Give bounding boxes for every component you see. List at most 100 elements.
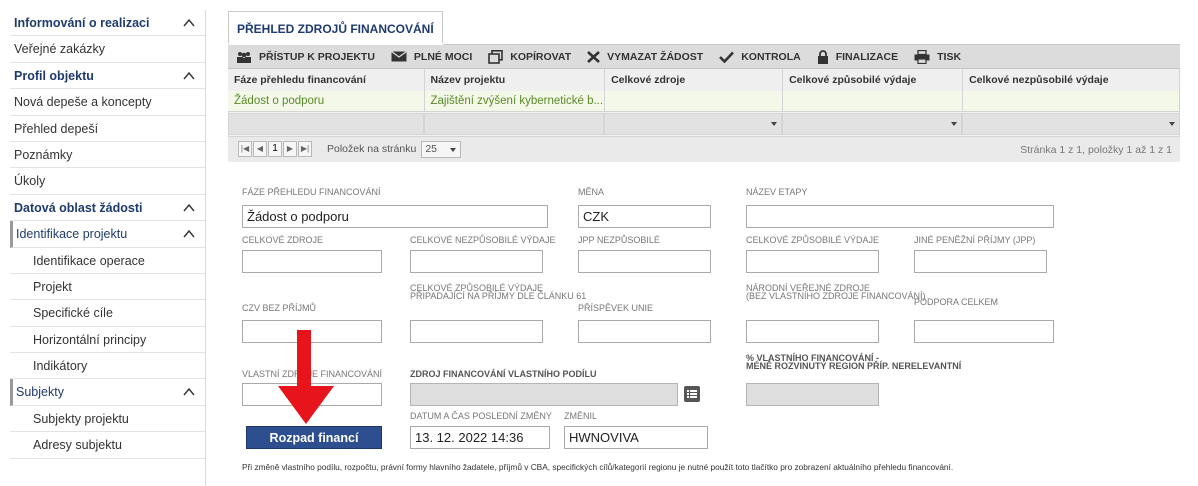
checkmark-icon [719, 51, 735, 63]
procento-label-2: MÉNĚ ROZVINUTÝ REGION PŘÍP. NERELEVANTNÍ [746, 361, 962, 371]
dropdown-arrow-icon [951, 121, 957, 126]
powers-of-attorney-button[interactable]: PLNÉ MOCI [383, 45, 480, 69]
dropdown-arrow-icon [1169, 121, 1175, 126]
narodni-label-2: (BEZ VLASTNÍHO ZDROJE FINANCOVÁNÍ) [746, 291, 926, 301]
access-project-label: PŘÍSTUP K PROJEKTU [259, 50, 375, 63]
sidebar-item-label: Datová oblast žádosti [14, 200, 143, 215]
jine-prijmy-field[interactable] [914, 250, 1047, 273]
rozpad-financi-button[interactable]: Rozpad financí [246, 426, 382, 449]
first-page-button[interactable]: |◀ [238, 141, 252, 157]
sidebar-item-subjekty-projektu[interactable]: Subjekty projektu [10, 406, 205, 433]
chevron-up-icon[interactable] [183, 71, 195, 81]
narodni-field[interactable] [746, 320, 879, 343]
sidebar-item-identifikace-operace[interactable]: Identifikace operace [10, 248, 205, 274]
finalize-label: FINALIZACE [835, 50, 899, 63]
sidebar-item-label: Indikátory [33, 359, 88, 374]
column-header[interactable]: Název projektu [424, 69, 606, 91]
chevron-up-icon[interactable] [183, 387, 195, 397]
copy-button[interactable]: KOPÍROVAT [480, 45, 579, 69]
sidebar-item-identifikace-projektu[interactable]: Identifikace projektu [10, 221, 205, 248]
faze-field[interactable]: Žádost o podporu [242, 205, 548, 228]
toolbar: PŘÍSTUP K PROJEKTU PLNÉ MOCI KOPÍROVAT V… [228, 45, 1180, 69]
sidebar-item-ukoly[interactable]: Úkoly [10, 168, 205, 195]
table-header-row: Fáze přehledu financování Název projektu… [228, 69, 1180, 91]
main-panel: PŘEHLED ZDROJŮ FINANCOVÁNÍ PŘÍSTUP K PRO… [228, 10, 1180, 472]
finalize-button[interactable]: FINALIZACE [809, 45, 906, 69]
lock-icon [817, 49, 828, 64]
current-page[interactable]: 1 [268, 141, 282, 157]
sidebar-item-label: Identifikace operace [33, 253, 145, 268]
sidebar-item-datova-oblast[interactable]: Datová oblast žádosti [10, 195, 205, 222]
filter-faze[interactable] [228, 112, 424, 135]
per-page-select[interactable]: 25 [421, 140, 462, 158]
sidebar-item-label: Přehled depeší [14, 121, 99, 136]
printer-icon [914, 49, 930, 64]
column-header[interactable]: Celkové nezpůsobilé výdaje [962, 69, 1180, 91]
pripadajici-field[interactable] [410, 320, 543, 343]
sidebar-item-subjekty[interactable]: Subjekty [10, 379, 205, 406]
sidebar-item-poznamky[interactable]: Poznámky [10, 142, 205, 169]
celkove-zdroje-field[interactable] [242, 250, 382, 273]
sidebar-item-profil-objektu[interactable]: Profil objektu [10, 63, 205, 90]
delete-label: VYMAZAT ŽÁDOST [607, 50, 704, 63]
sidebar-item-projekt[interactable]: Projekt [10, 274, 205, 301]
filter-row [228, 111, 1180, 136]
zmenil-field[interactable]: HWNOVIVA [564, 426, 708, 449]
sidebar-item-label: Projekt [33, 279, 72, 294]
sidebar-item-label: Veřejné zakázky [14, 42, 106, 57]
last-page-button[interactable]: ▶| [298, 141, 312, 157]
column-header[interactable]: Fáze přehledu financování [228, 69, 425, 91]
etapa-field[interactable] [746, 205, 1054, 228]
mena-field[interactable]: CZK [578, 205, 711, 228]
dropdown-arrow-icon [771, 121, 777, 126]
table-cell[interactable] [962, 91, 1180, 112]
delete-request-button[interactable]: VYMAZAT ŽÁDOST [579, 45, 711, 69]
chevron-up-icon[interactable] [183, 203, 195, 213]
info-note: Při změně vlastního podílu, rozpočtu, pr… [242, 462, 954, 472]
column-header[interactable]: Celkové zdroje [604, 69, 784, 91]
table-cell[interactable]: Žádost o podporu [228, 91, 425, 112]
etapa-label: NÁZEV ETAPY [746, 187, 808, 197]
table-cell[interactable] [782, 91, 964, 112]
sidebar-item-prehled-depesi[interactable]: Přehled depeší [10, 116, 205, 142]
sidebar-item-specificke-cile[interactable]: Specifické cíle [10, 300, 205, 327]
sidebar-item-informovani[interactable]: Informování o realizaci [10, 10, 205, 37]
filter-nazev[interactable] [424, 112, 604, 135]
tab-prehled-zdroju[interactable]: PŘEHLED ZDROJŮ FINANCOVÁNÍ [228, 11, 443, 45]
filter-celkove-zdroje[interactable] [604, 112, 782, 135]
sidebar-item-label: Úkoly [14, 174, 46, 189]
sidebar-item-label: Subjekty [16, 385, 64, 400]
filter-nezpusobile[interactable] [962, 112, 1180, 135]
chevron-up-icon[interactable] [183, 229, 195, 239]
sidebar-item-verejne-zakazky[interactable]: Veřejné zakázky [10, 36, 205, 63]
access-project-button[interactable]: PŘÍSTUP K PROJEKTU [228, 45, 383, 69]
column-header[interactable]: Celkové způsobilé výdaje [782, 69, 964, 91]
table-row[interactable]: Žádost o podporu Zajištění zvýšení kyber… [228, 91, 1180, 112]
sidebar-item-label: Specifické cíle [33, 306, 113, 321]
procento-field[interactable] [746, 383, 879, 406]
zdroj-vlastni-field[interactable] [410, 383, 678, 406]
next-page-button[interactable]: ▶ [283, 141, 297, 157]
print-button[interactable]: TISK [906, 45, 969, 69]
sidebar-item-label: Identifikace projektu [16, 227, 128, 242]
datum-field[interactable]: 13. 12. 2022 14:36 [410, 426, 550, 449]
table-cell[interactable] [604, 91, 784, 112]
chevron-up-icon[interactable] [183, 18, 195, 28]
prispevek-field[interactable] [578, 320, 711, 343]
filter-zpusobile[interactable] [782, 112, 962, 135]
zpusobile-label: CELKOVÉ ZPŮSOBILÉ VÝDAJE [746, 235, 880, 245]
sidebar-item-label: Adresy subjektu [33, 438, 122, 453]
podpora-field[interactable] [914, 320, 1054, 343]
nezpusobile-field[interactable] [410, 250, 543, 273]
sidebar-item-horizontalni-principy[interactable]: Horizontální principy [10, 327, 205, 354]
zpusobile-field[interactable] [746, 250, 879, 273]
list-icon[interactable] [684, 386, 700, 402]
jpp-nezpusobile-field[interactable] [578, 250, 711, 273]
table-cell[interactable]: Zajištění zvýšení kybernetické b... [424, 91, 606, 112]
sidebar-item-nova-depese[interactable]: Nová depeše a koncepty [10, 89, 205, 116]
jpp-nezpusobile-label: JPP NEZPŮSOBILÉ [578, 235, 660, 245]
prev-page-button[interactable]: ◀ [253, 141, 267, 157]
sidebar-item-adresy-subjektu[interactable]: Adresy subjektu [10, 432, 205, 459]
check-button[interactable]: KONTROLA [711, 45, 809, 69]
sidebar-item-indikatory[interactable]: Indikátory [10, 353, 205, 380]
